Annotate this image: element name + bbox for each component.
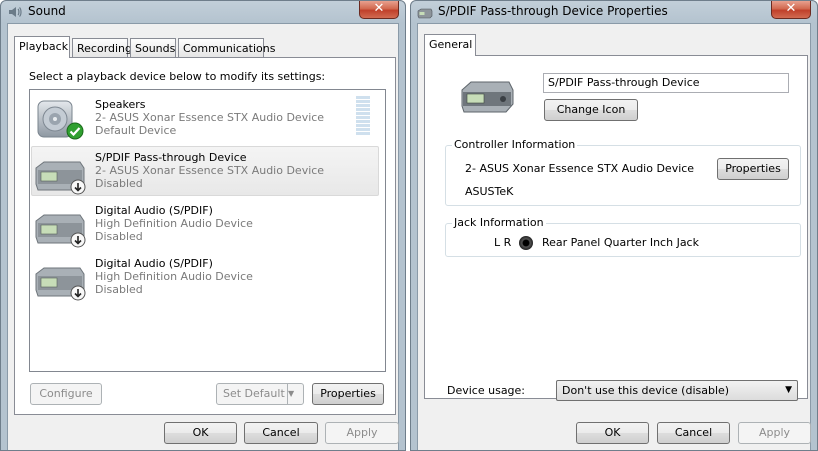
chevron-down-icon: ▼ [785,385,792,395]
device-description: 2- ASUS Xonar Essence STX Audio Device [95,111,325,124]
jack-info-group: Jack Information L R Rear Panel Quarter … [445,216,801,257]
device-name: S/PDIF Pass-through Device [95,151,247,164]
disabled-arrow-icon [70,285,86,301]
device-item-digital-audio[interactable]: Digital Audio (S/PDIF) High Definition A… [31,199,379,249]
device-description: High Definition Audio Device [95,217,253,230]
device-name-field[interactable]: S/PDIF Pass-through Device [543,73,789,93]
device-name: Digital Audio (S/PDIF) [95,204,213,217]
device-status: Default Device [95,124,177,137]
apply-button[interactable]: Apply [738,422,811,444]
device-item-digital-audio[interactable]: Digital Audio (S/PDIF) High Definition A… [31,252,379,302]
controller-properties-button[interactable]: Properties [717,158,789,180]
tab-sounds[interactable]: Sounds [130,38,176,58]
digital-audio-device-icon [417,8,433,19]
sound-client-area: Playback Recording Sounds Communications… [7,23,399,450]
device-description: High Definition Audio Device [95,270,253,283]
playback-instruction: Select a playback device below to modify… [29,70,326,83]
sound-app-icon [9,7,22,17]
tab-general[interactable]: General [424,34,476,56]
device-status: Disabled [95,177,143,190]
device-status: Disabled [95,283,143,296]
audio-jack-icon [519,236,533,250]
configure-button[interactable]: Configure [30,383,102,405]
properties-title-bar[interactable]: S/PDIF Pass-through Device Properties ✕ [411,1,817,23]
device-item-speakers[interactable]: Speakers 2- ASUS Xonar Essence STX Audio… [31,93,379,143]
device-description: 2- ASUS Xonar Essence STX Audio Device [95,164,325,177]
set-default-button[interactable]: Set Default ▼ [216,383,304,405]
tab-playback[interactable]: Playback [14,36,70,58]
jack-info-label: Jack Information [452,216,546,229]
playback-panel: Select a playback device below to modify… [14,57,396,415]
default-checkmark-icon [66,122,84,140]
device-large-icon [461,81,514,113]
volume-level-meter [356,96,370,136]
device-usage-select[interactable]: Don't use this device (disable) ▼ [556,380,798,401]
device-name: Digital Audio (S/PDIF) [95,257,213,270]
change-icon-button[interactable]: Change Icon [544,99,638,121]
jack-name: Rear Panel Quarter Inch Jack [542,236,699,249]
device-status: Disabled [95,230,143,243]
controller-vendor: ASUSTeK [465,185,514,198]
properties-window-title: S/PDIF Pass-through Device Properties [438,4,668,18]
cancel-button[interactable]: Cancel [657,422,730,444]
sound-window-title: Sound [28,4,66,18]
disabled-arrow-icon [70,179,86,195]
disabled-arrow-icon [70,232,86,248]
cancel-button[interactable]: Cancel [244,422,318,444]
sound-title-bar[interactable]: Sound ✕ [1,1,405,23]
general-panel: S/PDIF Pass-through Device Change Icon C… [424,55,808,401]
sound-close-button[interactable]: ✕ [359,1,399,19]
ok-button[interactable]: OK [576,422,649,444]
device-usage-label: Device usage: [447,384,526,397]
playback-device-list[interactable]: Speakers 2- ASUS Xonar Essence STX Audio… [29,89,386,372]
ok-button[interactable]: OK [164,422,237,444]
properties-close-button[interactable]: ✕ [771,1,811,19]
tab-communications[interactable]: Communications [178,38,275,58]
properties-button[interactable]: Properties [312,383,384,405]
controller-info-group: Controller Information 2- ASUS Xonar Ess… [445,138,801,206]
properties-client-area: General S/PDIF Pass-through Device Chang… [417,23,811,450]
set-default-label: Set Default [223,387,285,400]
device-item-spdif-passthrough[interactable]: S/PDIF Pass-through Device 2- ASUS Xonar… [31,146,379,196]
apply-button[interactable]: Apply [325,422,399,444]
jack-channels: L R [494,236,512,249]
controller-info-label: Controller Information [452,138,578,151]
device-name: Speakers [95,98,146,111]
chevron-down-icon[interactable]: ▼ [287,384,303,404]
properties-window: S/PDIF Pass-through Device Properties ✕ … [410,0,818,451]
tab-recording[interactable]: Recording [72,38,132,58]
sound-window: Sound ✕ Playback Recording Sounds Commun… [0,0,406,451]
controller-name: 2- ASUS Xonar Essence STX Audio Device [465,162,695,175]
device-usage-value: Don't use this device (disable) [562,384,730,397]
